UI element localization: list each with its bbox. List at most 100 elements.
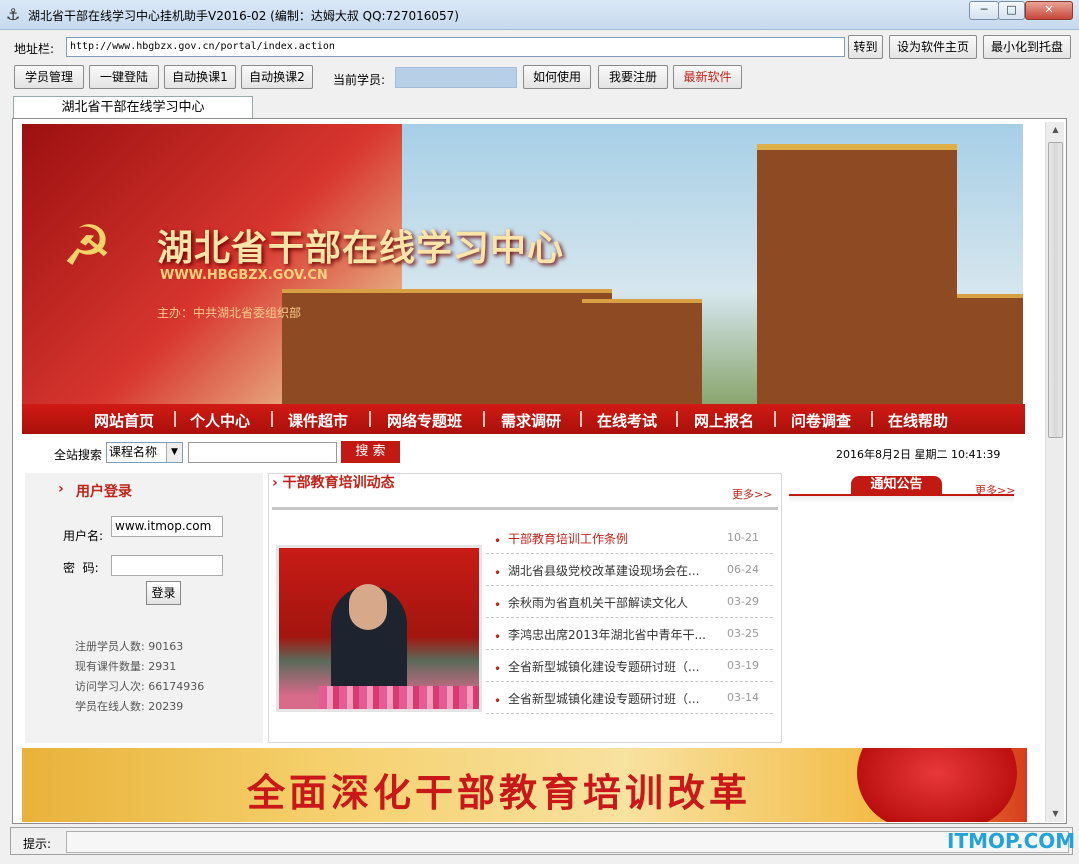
username-label: 用户名:	[63, 529, 104, 543]
nav-personal-center[interactable]: 个人中心	[190, 410, 250, 431]
notice-title: 通知公告	[851, 476, 942, 494]
tab-hbgbzx[interactable]: 湖北省干部在线学习中心	[13, 96, 253, 118]
news-item-date: 06-24	[727, 563, 759, 576]
nav-separator	[369, 411, 371, 427]
app-anchor-icon: ⚓	[6, 5, 21, 24]
address-input[interactable]: http://www.hbgbzx.gov.cn/portal/index.ac…	[66, 37, 845, 57]
reform-banner[interactable]: 全面深化干部教育培训改革	[22, 748, 1027, 822]
vertical-scrollbar[interactable]: ▲ ▼	[1045, 122, 1064, 822]
site-banner: ☭ 湖北省干部在线学习中心 WWW.HBGBZX.GOV.CN 主办：中共湖北省…	[22, 124, 1023, 404]
banner-url: WWW.HBGBZX.GOV.CN	[160, 268, 328, 283]
status-bar: 提示:	[10, 827, 1073, 855]
site-search-input[interactable]	[188, 442, 337, 463]
banner-yellow-crane-tower	[757, 144, 957, 404]
stat-label: 访问学习人次:	[75, 680, 145, 693]
hint-field	[66, 831, 1069, 853]
login-title: 用户登录	[76, 484, 132, 500]
stat-value: 66174936	[148, 680, 205, 693]
bullet-icon: •	[494, 566, 502, 580]
nav-separator	[580, 411, 582, 427]
photo-flowers	[319, 686, 479, 709]
news-item-date: 10-21	[727, 531, 759, 544]
news-item-title[interactable]: 余秋雨为省直机关干部解读文化人	[508, 594, 713, 611]
scroll-down-icon[interactable]: ▼	[1046, 806, 1065, 822]
password-input[interactable]	[111, 555, 223, 576]
stat-value: 90163	[148, 640, 184, 653]
reform-slogan: 全面深化干部教育培训改革	[247, 770, 752, 815]
site-nav: 网站首页 个人中心 课件超市 网络专题班 需求调研 在线考试 网上报名 问卷调查…	[22, 404, 1025, 434]
set-home-button[interactable]: 设为软件主页	[889, 35, 977, 59]
nav-home[interactable]: 网站首页	[94, 410, 154, 431]
news-item-date: 03-29	[727, 595, 759, 608]
notice-divider	[789, 494, 1014, 503]
stat-value: 20239	[148, 700, 184, 713]
one-click-login-button[interactable]: 一键登陆	[89, 65, 159, 89]
login-button[interactable]: 登录	[146, 581, 181, 605]
news-item-title[interactable]: 湖北省县级党校改革建设现场会在...	[508, 562, 713, 579]
news-item[interactable]: • 余秋雨为省直机关干部解读文化人 03-29	[486, 586, 773, 618]
minimize-window-button[interactable]: ─	[969, 1, 999, 20]
nav-online-exam[interactable]: 在线考试	[597, 410, 657, 431]
photo-face	[349, 584, 387, 630]
nav-separator	[174, 411, 176, 427]
news-item[interactable]: • 干部教育培训工作条例 10-21	[486, 522, 773, 554]
hint-label: 提示:	[23, 837, 52, 851]
search-scope-value: 课程名称	[109, 445, 158, 459]
student-management-button[interactable]: 学员管理	[14, 65, 84, 89]
news-item-title[interactable]: 全省新型城镇化建设专题研讨班（...	[508, 690, 713, 707]
auto-switch-course-2-button[interactable]: 自动换课2	[241, 65, 313, 89]
chevron-down-icon: ▼	[166, 443, 182, 462]
notice-panel	[789, 473, 1018, 743]
banner-title: 湖北省干部在线学习中心	[157, 227, 565, 269]
bullet-icon: •	[494, 662, 502, 676]
latest-software-button[interactable]: 最新软件	[673, 65, 742, 89]
maximize-window-button[interactable]: □	[998, 1, 1025, 20]
news-item-title[interactable]: 干部教育培训工作条例	[508, 530, 713, 547]
news-divider	[272, 507, 778, 510]
close-window-button[interactable]: ✕	[1025, 1, 1073, 20]
watermark: ITMOP.COM	[947, 829, 1076, 853]
nav-survey[interactable]: 需求调研	[501, 410, 561, 431]
nav-separator	[676, 411, 678, 427]
nav-courseware-market[interactable]: 课件超市	[288, 410, 348, 431]
username-input[interactable]: www.itmop.com	[111, 516, 223, 537]
news-item-date: 03-25	[727, 627, 759, 640]
news-item[interactable]: • 全省新型城镇化建设专题研讨班（... 03-14	[486, 682, 773, 714]
scroll-up-icon[interactable]: ▲	[1046, 122, 1065, 138]
search-scope-select[interactable]: 课程名称 ▼	[106, 442, 183, 463]
bullet-icon: •	[494, 694, 502, 708]
nav-questionnaire[interactable]: 问卷调查	[791, 410, 851, 431]
stat-label: 注册学员人数:	[75, 640, 145, 653]
news-item[interactable]: • 全省新型城镇化建设专题研讨班（... 03-19	[486, 650, 773, 682]
register-button[interactable]: 我要注册	[598, 65, 668, 89]
news-item[interactable]: • 李鸿忠出席2013年湖北省中青年干... 03-25	[486, 618, 773, 650]
nav-online-help[interactable]: 在线帮助	[888, 410, 948, 431]
current-student-label: 当前学员:	[333, 73, 386, 87]
site-search-button[interactable]: 搜 索	[341, 441, 400, 463]
stat-visits: 访问学习人次: 66174936	[75, 678, 204, 694]
minimize-to-tray-button[interactable]: 最小化到托盘	[983, 35, 1071, 59]
news-item-title[interactable]: 李鸿忠出席2013年湖北省中青年干...	[508, 626, 713, 643]
stat-registered: 注册学员人数: 90163	[75, 638, 183, 654]
current-student-field[interactable]	[395, 67, 517, 88]
nav-online-registration[interactable]: 网上报名	[694, 410, 754, 431]
scrollbar-thumb[interactable]	[1048, 142, 1063, 438]
banner-pavilion-left	[282, 289, 612, 404]
bullet-icon: •	[494, 534, 502, 548]
stat-label: 现有课件数量:	[75, 660, 145, 673]
nav-online-classes[interactable]: 网络专题班	[387, 410, 462, 431]
news-item[interactable]: • 湖北省县级党校改革建设现场会在... 06-24	[486, 554, 773, 586]
how-to-use-button[interactable]: 如何使用	[523, 65, 591, 89]
nav-separator	[271, 411, 273, 427]
nav-separator	[774, 411, 776, 427]
banner-pavilion-right	[957, 294, 1023, 404]
auto-switch-course-1-button[interactable]: 自动换课1	[164, 65, 236, 89]
title-bar: ⚓ 湖北省干部在线学习中心挂机助手V2016-02 (编制：达姆大叔 QQ:72…	[0, 0, 1079, 30]
news-more-link[interactable]: 更多>>	[732, 486, 772, 502]
stat-online: 学员在线人数: 20239	[75, 698, 183, 714]
banner-sponsor: 主办：中共湖北省委组织部	[157, 306, 302, 320]
news-title-text: 干部教育培训动态	[282, 475, 395, 491]
news-photo[interactable]	[276, 545, 482, 712]
news-item-title[interactable]: 全省新型城镇化建设专题研讨班（...	[508, 658, 713, 675]
go-button[interactable]: 转到	[848, 35, 883, 59]
